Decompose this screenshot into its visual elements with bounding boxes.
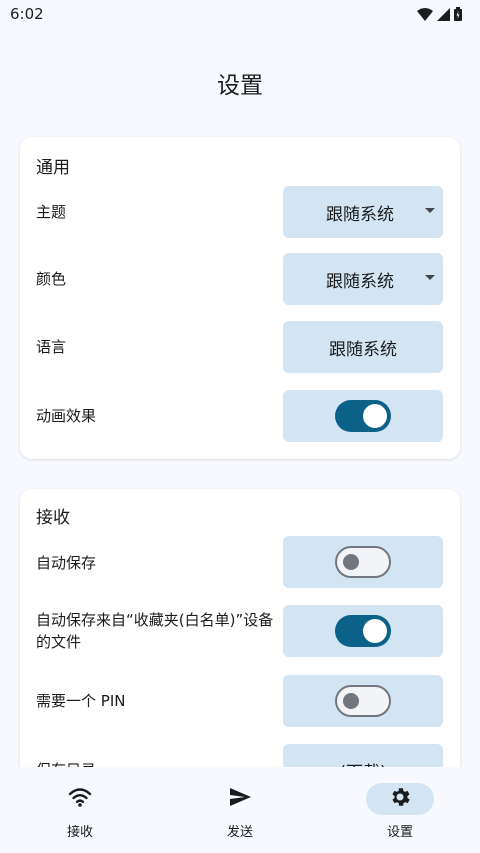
bottom-nav: 接收 发送 设置 [0,767,480,853]
nav-icon-container [46,783,114,815]
toggle-knob [363,404,387,428]
require-pin-label: 需要一个 PIN [36,692,126,710]
animation-toggle[interactable] [335,400,391,432]
language-value: 跟随系统 [329,339,397,360]
receive-settings-card: 接收 自动保存 自动保存来自“收藏夹(白名单)”设备的文件 需要一个 PIN 保… [20,489,460,767]
auto-save-favorites-toggle-container [283,605,443,657]
color-dropdown[interactable]: 跟随系统 [283,253,443,305]
auto-save-label: 自动保存 [36,554,97,572]
color-label: 颜色 [36,270,67,288]
gear-icon [388,785,412,813]
nav-label-settings: 设置 [386,825,413,840]
save-dir-button[interactable]: (下载) [283,744,443,767]
auto-save-favorites-toggle[interactable] [335,615,391,647]
chevron-down-icon [425,275,435,280]
general-settings-card: 通用 主题 跟随系统 颜色 跟随系统 语言 跟随系统 动画效果 [20,137,460,459]
toggle-knob [363,619,387,643]
chevron-down-icon [425,208,435,213]
language-label: 语言 [36,338,67,356]
send-icon [228,785,252,813]
nav-icon-container [366,783,434,815]
language-button[interactable]: 跟随系统 [283,321,443,373]
settings-scroll-area[interactable]: 设置 通用 主题 跟随系统 颜色 跟随系统 语言 跟随系统 动画效果 接收 自动… [0,0,480,767]
nav-item-send[interactable]: 发送 [160,767,320,853]
require-pin-toggle-container [283,675,443,727]
nav-label-send: 发送 [226,825,253,840]
toggle-knob [343,554,359,570]
auto-save-toggle[interactable] [335,546,391,578]
theme-dropdown[interactable]: 跟随系统 [283,186,443,238]
auto-save-toggle-container [283,536,443,588]
nav-item-settings[interactable]: 设置 [320,767,480,853]
page-title: 设置 [217,73,263,99]
require-pin-toggle[interactable] [335,685,391,717]
theme-label: 主题 [36,203,67,221]
nav-icon-container [206,783,274,815]
wifi-icon [68,785,92,813]
auto-save-favorites-label: 自动保存来自“收藏夹(白名单)”设备的文件 [36,611,274,651]
animation-toggle-container [283,390,443,442]
section-title-receive: 接收 [36,508,70,528]
nav-item-receive[interactable]: 接收 [0,767,160,853]
save-dir-value: (下载) [339,758,386,768]
color-value: 跟随系统 [326,271,394,292]
save-dir-label: 保存目录 [36,759,96,767]
theme-value: 跟随系统 [326,204,394,225]
section-title-general: 通用 [36,158,70,178]
animation-label: 动画效果 [36,407,97,425]
toggle-knob [343,693,359,709]
nav-label-receive: 接收 [66,825,93,840]
